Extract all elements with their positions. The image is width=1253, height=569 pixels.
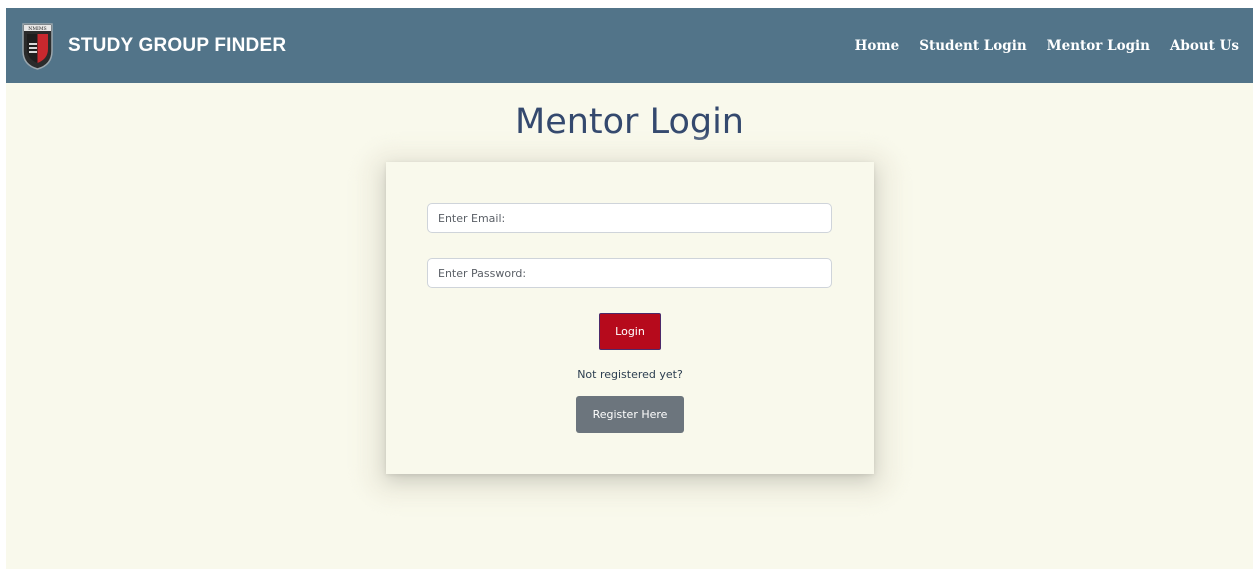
- nav-link-mentor-login[interactable]: Mentor Login: [1047, 38, 1150, 54]
- page-frame: NMIMS STUDY GROUP FINDER Home Student Lo…: [6, 8, 1253, 569]
- nav-link-about-us[interactable]: About Us: [1170, 38, 1239, 54]
- password-input[interactable]: [427, 258, 832, 288]
- nav-link-student-login[interactable]: Student Login: [919, 38, 1026, 54]
- login-card: Login Not registered yet? Register Here: [386, 162, 874, 474]
- brand-title: STUDY GROUP FINDER: [68, 34, 287, 56]
- logo-text: NMIMS: [28, 26, 46, 32]
- register-button[interactable]: Register Here: [576, 396, 684, 433]
- page-title: Mentor Login: [515, 102, 744, 142]
- nav-link-home[interactable]: Home: [855, 38, 900, 54]
- navbar: NMIMS STUDY GROUP FINDER Home Student Lo…: [6, 8, 1253, 83]
- login-button[interactable]: Login: [599, 313, 661, 350]
- brand[interactable]: NMIMS STUDY GROUP FINDER: [21, 21, 286, 71]
- nav-links: Home Student Login Mentor Login About Us: [835, 8, 1239, 83]
- email-input[interactable]: [427, 203, 832, 233]
- not-registered-text: Not registered yet?: [577, 368, 683, 381]
- shield-crest-icon: NMIMS: [22, 22, 53, 70]
